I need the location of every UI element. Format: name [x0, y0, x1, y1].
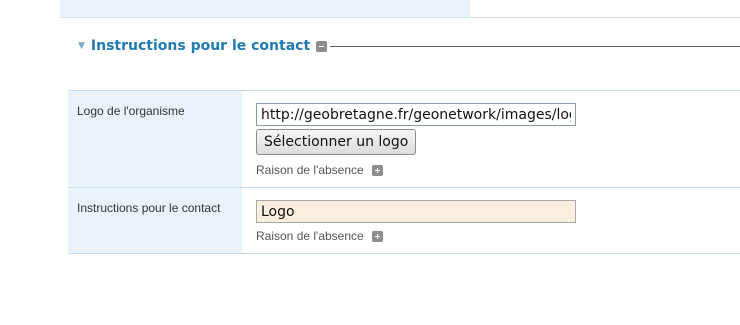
- logo-url-input[interactable]: [256, 103, 576, 126]
- absence-reason: Raison de l'absence: [256, 229, 740, 243]
- absence-reason-label: Raison de l'absence: [256, 229, 364, 243]
- row-logo-organisme: Logo de l'organisme Sélectionner un logo…: [68, 91, 740, 188]
- absence-reason-label: Raison de l'absence: [256, 163, 364, 177]
- add-absence-reason-icon[interactable]: [371, 164, 383, 176]
- top-divider: [60, 17, 740, 18]
- absence-reason: Raison de l'absence: [256, 163, 740, 177]
- section-rule: [330, 45, 740, 47]
- section-title[interactable]: Instructions pour le contact: [91, 38, 310, 54]
- collapse-section-icon[interactable]: [316, 40, 328, 52]
- row-instructions-contact: Instructions pour le contact Raison de l…: [68, 188, 740, 254]
- field-label: Instructions pour le contact: [68, 188, 242, 253]
- field-label: Logo de l'organisme: [68, 91, 242, 187]
- top-band: [60, 0, 470, 17]
- contact-instructions-input[interactable]: [256, 200, 576, 223]
- section-header: ▼ Instructions pour le contact: [78, 38, 740, 54]
- add-absence-reason-icon[interactable]: [371, 230, 383, 242]
- field-content: Raison de l'absence: [242, 188, 740, 253]
- collapse-arrow-icon[interactable]: ▼: [78, 41, 85, 51]
- select-logo-button[interactable]: Sélectionner un logo: [256, 129, 417, 155]
- field-content: Sélectionner un logo Raison de l'absence: [242, 91, 740, 187]
- contact-form: Logo de l'organisme Sélectionner un logo…: [68, 90, 740, 254]
